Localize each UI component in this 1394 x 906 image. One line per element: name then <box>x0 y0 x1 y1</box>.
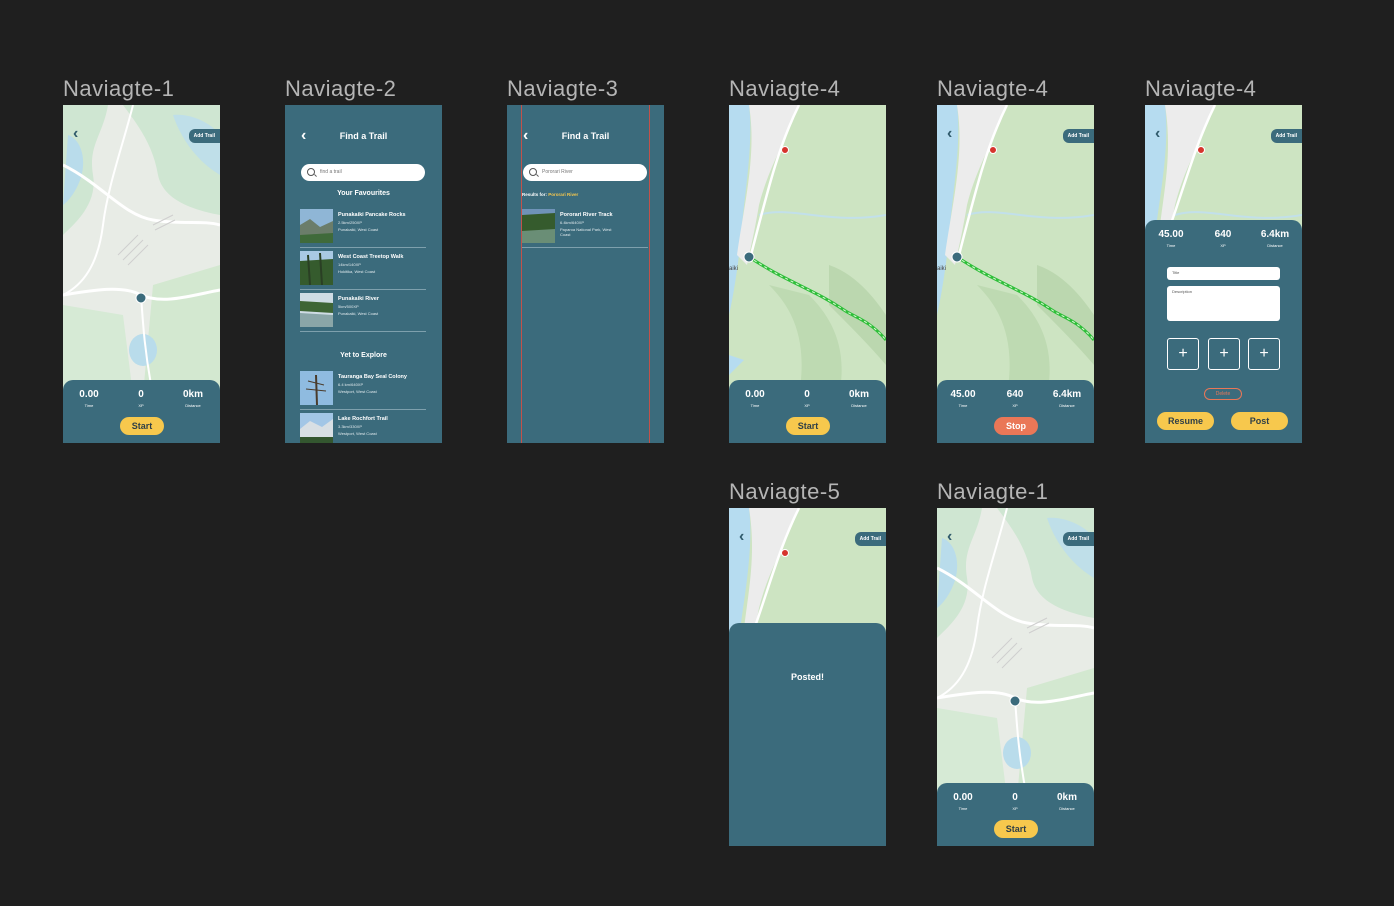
frame-label: Naviagte-5 <box>729 479 841 504</box>
frame-navigate-4b: aiki ‹ Add Trail 45.00 Time 640 XP 6.4km Di… <box>937 105 1094 443</box>
tracker-panel: 45.00 Time 640 XP 6.4km Distance Stop <box>937 380 1094 443</box>
distance-stat: 6.4km Distance <box>1052 389 1082 408</box>
trail-thumbnail <box>300 293 333 327</box>
add-trail-button[interactable]: Add Trail <box>854 532 886 546</box>
back-chevron-icon[interactable]: ‹ <box>1155 126 1169 142</box>
xp-stat: 0 XP <box>138 389 144 408</box>
results-label: Results for: Pororari River <box>522 192 579 197</box>
distance-stat: 0km Distance <box>848 389 869 408</box>
tracker-panel: 0.00 Time 0 XP 0km Distance Start <box>937 783 1094 846</box>
topo-map[interactable]: aiki <box>937 105 1094 395</box>
start-button[interactable]: Start <box>786 417 830 435</box>
add-photo-button[interactable]: + <box>1167 338 1199 370</box>
layout-guide <box>649 105 650 443</box>
street-map[interactable] <box>63 105 220 395</box>
trail-thumbnail <box>300 371 333 405</box>
frame-label: Naviagte-2 <box>285 76 397 101</box>
add-trail-button[interactable]: Add Trail <box>1062 532 1094 546</box>
trail-thumbnail <box>300 251 333 285</box>
trail-thumbnail <box>300 209 333 243</box>
search-icon <box>307 168 315 176</box>
frame-label: Naviagte-1 <box>63 76 175 101</box>
page-title: Find a Trail <box>561 131 610 141</box>
back-chevron-icon[interactable]: ‹ <box>73 126 87 142</box>
topo-map[interactable] <box>1145 105 1302 235</box>
posted-panel: Posted! <box>729 623 886 846</box>
search-input[interactable]: Pororari River <box>523 164 647 181</box>
trail-thumbnail <box>522 209 555 243</box>
frame-navigate-3: ‹ Find a Trail Pororari River Results fo… <box>507 105 664 443</box>
frame-navigate-1: ‹ Add Trail 0.00 Time 0 XP 0km Distance Sta… <box>63 105 220 443</box>
add-trail-button[interactable]: Add Trail <box>1062 129 1094 143</box>
explore-heading: Yet to Explore <box>340 352 387 359</box>
posted-message: Posted! <box>790 672 824 682</box>
frame-label: Naviagte-1 <box>937 479 1049 504</box>
xp-stat: 0 XP <box>804 389 810 408</box>
tracker-panel: 0.00 Time 0 XP 0km Distance Start <box>63 380 220 443</box>
time-stat: 45.00 Time <box>950 389 976 408</box>
back-chevron-icon[interactable]: ‹ <box>947 529 961 545</box>
stop-button[interactable]: Stop <box>994 417 1038 435</box>
xp-stat: 0 XP <box>1012 792 1018 811</box>
distance-stat: 6.4km Distance <box>1260 229 1290 248</box>
description-field[interactable]: Description <box>1167 286 1280 321</box>
time-stat: 45.00 Time <box>1158 229 1184 248</box>
time-stat: 0.00 Time <box>79 389 99 408</box>
frame-navigate-5: ‹ Add Trail Posted! <box>729 508 886 846</box>
add-trail-button[interactable]: Add Trail <box>1270 129 1302 143</box>
trail-thumbnail <box>300 413 333 443</box>
list-item[interactable]: Punakaiki River 5km/500XP Punakaiki, West … <box>300 291 426 332</box>
distance-stat: 0km Distance <box>182 389 203 408</box>
start-button[interactable]: Start <box>120 417 164 435</box>
map-place-label: aiki <box>729 266 738 272</box>
map-place-label: aiki <box>937 266 946 272</box>
back-chevron-icon[interactable]: ‹ <box>947 126 961 142</box>
frame-navigate-4c: ‹ Add Trail 45.00 Time 640 XP 6.4km Distanc… <box>1145 105 1302 443</box>
search-icon <box>529 168 537 176</box>
list-item[interactable]: Tauranga Bay Seal Colony 6.4 km/640XP West… <box>300 369 426 410</box>
frame-label: Naviagte-3 <box>507 76 619 101</box>
page-title: Find a Trail <box>339 131 388 141</box>
resume-button[interactable]: Resume <box>1157 412 1214 430</box>
time-stat: 0.00 Time <box>953 792 973 811</box>
frame-label: Naviagte-4 <box>937 76 1049 101</box>
save-trail-panel: 45.00 Time 640 XP 6.4km Distance Title Desc… <box>1145 220 1302 443</box>
add-photo-button[interactable]: + <box>1208 338 1240 370</box>
frame-label: Naviagte-4 <box>1145 76 1257 101</box>
topo-map[interactable] <box>729 508 886 638</box>
post-button[interactable]: Post <box>1231 412 1288 430</box>
add-trail-button[interactable]: Add Trail <box>188 129 220 143</box>
topo-map[interactable]: aiki <box>729 105 886 395</box>
list-item[interactable]: Punakaiki Pancake Rocks 2.5km/250XP Punaka… <box>300 207 426 248</box>
frame-navigate-4a: aiki 0.00 Time 0 XP 0km Distance Start <box>729 105 886 443</box>
street-map[interactable] <box>937 508 1094 798</box>
add-photo-button[interactable]: + <box>1248 338 1280 370</box>
tracker-panel: 0.00 Time 0 XP 0km Distance Start <box>729 380 886 443</box>
frame-label: Naviagte-4 <box>729 76 841 101</box>
favourites-heading: Your Favourites <box>337 190 390 197</box>
xp-stat: 640 XP <box>1214 229 1232 248</box>
list-item[interactable]: Lake Rochfort Trail 3.3km/330XP Westport, … <box>300 411 426 443</box>
xp-stat: 640 XP <box>1006 389 1024 408</box>
search-input[interactable]: find a trail <box>301 164 425 181</box>
distance-stat: 0km Distance <box>1056 792 1077 811</box>
start-button[interactable]: Start <box>994 820 1038 838</box>
frame-navigate-1b: ‹ Add Trail 0.00 Time 0 XP 0km Distance Sta… <box>937 508 1094 846</box>
time-stat: 0.00 Time <box>745 389 765 408</box>
layout-guide <box>521 105 522 443</box>
back-chevron-icon[interactable]: ‹ <box>739 529 753 545</box>
result-item[interactable]: Pororari River Track 6.4km/640XP Paparoa N… <box>522 207 648 248</box>
frame-navigate-2: ‹ Find a Trail find a trail Your Favouri… <box>285 105 442 443</box>
list-item[interactable]: West Coast Treetop Walk 14km/140XP Hokitik… <box>300 249 426 290</box>
delete-button[interactable]: Delete <box>1204 388 1242 400</box>
title-field[interactable]: Title <box>1167 267 1280 280</box>
